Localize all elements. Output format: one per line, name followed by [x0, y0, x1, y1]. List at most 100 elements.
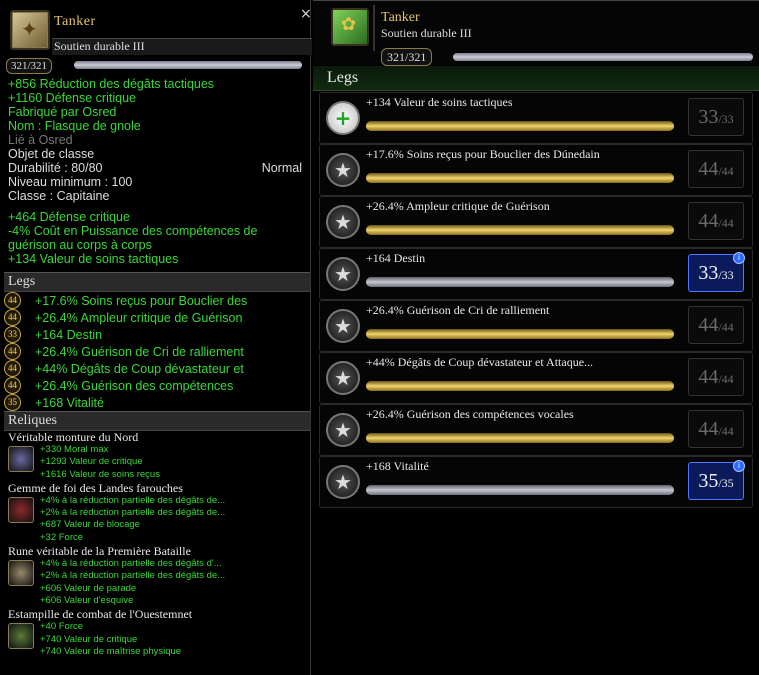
stat-line: +134 Valeur de soins tactiques — [8, 252, 179, 266]
tooltip-leg-row: 33 +164 Destin — [4, 326, 306, 343]
leg-row[interactable]: ★ +164 Destin 33/33 i — [319, 248, 753, 300]
relic-stat: +606 Valeur d'esquive — [40, 594, 134, 606]
item-name: Tanker — [381, 10, 420, 25]
leg-text: +26.4% Ampleur critique de Guérison — [366, 199, 550, 213]
leg-level-box[interactable]: 44/44 — [688, 202, 744, 240]
item-tooltip: Tanker Soutien durable III × 321/321 +85… — [0, 0, 312, 675]
star-icon: ★ — [326, 465, 360, 499]
relic-stat: +330 Moral max — [40, 444, 109, 455]
leg-text: +44% Dégâts de Coup dévastateur et — [35, 361, 244, 376]
relic-icon — [8, 560, 34, 587]
relic-stat: +40 Force — [40, 621, 84, 633]
leg-row[interactable]: ★ +26.4% Guérison de Cri de ralliement 44/… — [319, 300, 753, 352]
leg-row[interactable]: ★ +17.6% Soins reçus pour Bouclier des Dú… — [319, 144, 753, 196]
item-icon — [10, 10, 50, 50]
tooltip-legs-list: 44 +17.6% Soins reçus pour Bouclier des 44… — [4, 292, 306, 411]
stat-line: +464 Défense critique — [8, 210, 130, 224]
leg-row[interactable]: ★ +168 Vitalité 35/35 i — [319, 456, 753, 508]
stat-line: -4% Coût en Puissance des compétences de — [8, 224, 258, 238]
relic-stat: +4% à la réduction partielle des dégâts … — [40, 494, 226, 506]
relic-icon — [8, 446, 34, 472]
item-icon[interactable] — [331, 8, 369, 46]
leg-xp-bar — [366, 277, 674, 287]
leg-level: 44 — [698, 158, 719, 180]
leg-level-box[interactable]: 33/33 i — [688, 252, 745, 292]
relic-entry: Estampille de combat de l'Ouestemnet +40 … — [8, 607, 308, 658]
leg-row[interactable]: ★ +26.4% Ampleur critique de Guérison 44/4… — [319, 196, 753, 248]
relic-stat: +740 Valeur de maîtrise physique — [40, 645, 182, 657]
leg-level-box[interactable]: 33/33 — [688, 98, 744, 136]
leg-text: +168 Vitalité — [35, 395, 104, 410]
relic-stats: +40 Force +740 Valeur de critique +740 Val… — [40, 621, 308, 658]
leg-xp-bar — [366, 173, 674, 183]
xp-badge: 321/321 — [6, 58, 53, 74]
leg-text: +26.4% Guérison des compétences — [35, 378, 234, 393]
tooltip-relics-header: Reliques — [4, 411, 310, 431]
legs-list: + +134 Valeur de soins tactiques 33/33 ★ +17… — [319, 92, 753, 508]
leg-level-icon: 33 — [4, 326, 21, 343]
stat-line: guérison au corps à corps — [8, 238, 152, 252]
tooltip-legs-header: Legs — [4, 272, 310, 292]
tooltip-leg-row: 44 +26.4% Ampleur critique de Guérison — [4, 309, 306, 326]
xp-track — [453, 53, 753, 61]
leg-level: 33 — [698, 106, 719, 128]
star-icon: ★ — [326, 205, 360, 239]
relic-body: +40 Force +740 Valeur de critique +740 Val… — [8, 621, 308, 658]
leg-row[interactable]: + +134 Valeur de soins tactiques 33/33 — [319, 92, 753, 144]
durability-row: Durabilité : 80/80 Normal — [8, 161, 302, 175]
leg-xp-bar — [366, 433, 674, 443]
relic-body: +4% à la réduction partielle des dégâts … — [8, 558, 308, 607]
leg-level-box[interactable]: 44/44 — [688, 306, 744, 344]
legs-title: Legs — [327, 69, 359, 86]
relic-stat: +687 Valeur de blocage — [40, 519, 140, 531]
relic-stat: +740 Valeur de critique — [40, 633, 138, 645]
relic-stat: +1293 Valeur de critique — [40, 456, 143, 468]
leg-xp-bar — [366, 225, 674, 235]
relic-stat: +606 Valeur de parade — [40, 582, 137, 594]
panel-header: Tanker Soutien durable III 321/321 — [313, 0, 759, 66]
info-icon[interactable]: i — [733, 252, 745, 264]
info-icon[interactable]: i — [733, 460, 745, 472]
leg-level-icon: 44 — [4, 360, 21, 377]
leg-level-box[interactable]: 44/44 — [688, 410, 744, 448]
leg-row[interactable]: ★ +44% Dégâts de Coup dévastateur et Atta… — [319, 352, 753, 404]
stat-line: +856 Réduction des dégâts tactiques — [8, 77, 215, 91]
tooltip-leg-row: 35 +168 Vitalité — [4, 394, 306, 411]
star-icon: ★ — [326, 413, 360, 447]
relic-icon — [8, 496, 34, 523]
xp-track — [74, 61, 302, 69]
leg-level-max: /44 — [718, 424, 734, 438]
leg-level-icon: 44 — [4, 309, 21, 326]
stat-line: Nom : Flasque de gnole — [8, 119, 141, 133]
leg-level: 44 — [698, 418, 719, 440]
leg-level-box[interactable]: 44/44 — [688, 150, 744, 188]
stat-line: +1160 Défense critique — [8, 91, 136, 105]
leg-level: 44 — [698, 314, 719, 336]
leg-text: +168 Vitalité — [366, 459, 429, 473]
plus-icon: + — [326, 101, 360, 135]
tooltip-stats: +856 Réduction des dégâts tactiques +1160… — [8, 77, 308, 266]
relic-entry: Rune véritable de la Première Bataille +4… — [8, 544, 308, 607]
min-level: Niveau minimum : 100 — [8, 175, 133, 189]
leg-text: +44% Dégâts de Coup dévastateur et Attaq… — [366, 355, 594, 369]
legs-header: Legs — [313, 66, 759, 91]
tooltip-leg-row: 44 +44% Dégâts de Coup dévastateur et — [4, 360, 306, 377]
leg-row[interactable]: ★ +26.4% Guérison des compétences vocales… — [319, 404, 753, 456]
durability-quality: Normal — [261, 161, 302, 175]
leg-level-icon: 44 — [4, 343, 21, 360]
divider — [373, 5, 375, 51]
leg-level-box[interactable]: 44/44 — [688, 358, 744, 396]
leg-level-box[interactable]: 35/35 i — [688, 460, 745, 500]
leg-level-max: /33 — [718, 112, 734, 126]
relic-entry: Gemme de foi des Landes farouches +4% à l… — [8, 481, 308, 544]
relic-stats: +330 Moral max +1293 Valeur de critique +1… — [40, 444, 308, 481]
leg-text: +164 Destin — [366, 251, 426, 265]
leg-level-icon: 44 — [4, 377, 21, 394]
leg-xp-bar — [366, 329, 674, 339]
xp-badge: 321/321 — [381, 48, 433, 66]
leg-level-max: /44 — [718, 320, 734, 334]
tooltip-relics-list: Véritable monture du Nord +330 Moral max +… — [8, 430, 308, 658]
close-icon[interactable]: × — [300, 6, 312, 22]
relic-icon — [8, 623, 34, 650]
leg-text: +164 Destin — [35, 327, 103, 342]
